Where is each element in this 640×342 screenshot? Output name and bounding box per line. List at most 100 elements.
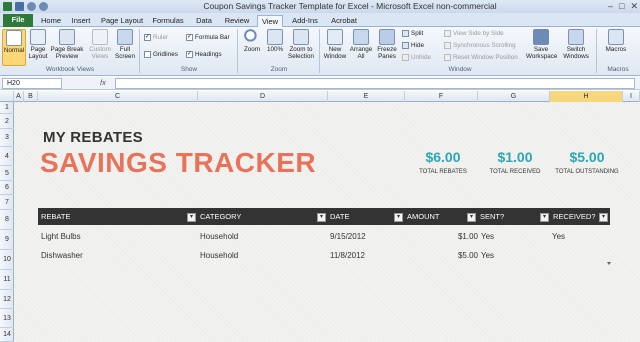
function-icon[interactable]: fx <box>100 78 106 87</box>
tab-view[interactable]: View <box>257 15 283 27</box>
filter-dropdown-icon[interactable]: ▾ <box>317 213 326 222</box>
tab-home[interactable]: Home <box>38 15 64 27</box>
group-label-show: Show <box>180 66 198 73</box>
cell-sent[interactable]: Yes <box>481 232 494 241</box>
close-button[interactable]: ✕ <box>630 1 638 12</box>
cell-date[interactable]: 9/15/2012 <box>330 232 366 241</box>
row-header[interactable]: 13 <box>0 309 14 328</box>
new-window-button[interactable]: New Window <box>322 29 348 60</box>
gridlines-checkbox[interactable]: Gridlines <box>144 51 178 58</box>
select-all-corner[interactable] <box>0 91 14 102</box>
sheet-title: SAVINGS TRACKER <box>40 147 317 178</box>
redo-icon[interactable] <box>39 2 48 11</box>
full-screen-button[interactable]: Full Screen <box>114 29 136 60</box>
arrange-all-button[interactable]: Arrange All <box>349 29 373 60</box>
page-break-preview-button[interactable]: Page Break Preview <box>50 29 84 60</box>
zoom-100-button[interactable]: 100% <box>265 29 285 53</box>
column-header-f[interactable]: F <box>405 91 478 102</box>
excel-logo-icon <box>3 2 12 11</box>
column-header-a[interactable]: A <box>14 91 24 102</box>
switch-windows-button[interactable]: Switch Windows <box>560 29 592 60</box>
formula-bar-checkbox[interactable]: ✓ Formula Bar <box>186 34 230 41</box>
freeze-panes-button[interactable]: Freeze Panes <box>374 29 400 60</box>
header-date: DATE <box>330 212 350 221</box>
cell-date[interactable]: 11/8/2012 <box>330 251 365 260</box>
column-header-e[interactable]: E <box>328 91 405 102</box>
cell-sent[interactable]: Yes <box>481 251 494 260</box>
ribbon: Normal Page Layout Page Break Preview Cu… <box>0 27 640 76</box>
row-header[interactable]: 11 <box>0 270 14 290</box>
zoom-button[interactable]: Zoom <box>241 29 263 53</box>
tab-data[interactable]: Data <box>192 15 216 27</box>
column-header-d[interactable]: D <box>198 91 328 102</box>
row-header[interactable]: 9 <box>0 230 14 250</box>
view-side-by-side-button[interactable]: View Side by Side <box>444 30 504 37</box>
row-header[interactable]: 8 <box>0 210 14 230</box>
column-header-g[interactable]: G <box>478 91 550 102</box>
row-header[interactable]: 4 <box>0 147 14 166</box>
save-icon[interactable] <box>15 2 24 11</box>
cell-category[interactable]: Household <box>200 232 238 241</box>
tab-insert[interactable]: Insert <box>68 15 94 27</box>
synchronous-scrolling-button[interactable]: Synchronous Scrolling <box>444 42 516 49</box>
row-header[interactable]: 6 <box>0 181 14 195</box>
minimize-button[interactable]: – <box>608 1 613 12</box>
tab-add-ins[interactable]: Add-Ins <box>288 15 322 27</box>
row-header[interactable]: 1 <box>0 102 14 114</box>
ribbon-separator <box>237 29 238 73</box>
headings-checkbox[interactable]: ✓ Headings <box>186 51 222 58</box>
normal-view-button[interactable]: Normal <box>2 29 26 66</box>
name-box[interactable]: H20 <box>2 78 62 89</box>
macros-button[interactable]: Macros <box>600 29 632 53</box>
reset-window-position-button[interactable]: Reset Window Position <box>444 54 518 61</box>
row-header[interactable]: 5 <box>0 166 14 181</box>
custom-views-button[interactable]: Custom Views <box>88 29 112 60</box>
cell-received[interactable]: Yes <box>552 232 565 241</box>
page-layout-icon <box>30 29 46 45</box>
stat-label: TOTAL REBATES <box>419 169 467 175</box>
column-header-h[interactable]: H <box>550 91 623 102</box>
row-header[interactable]: 3 <box>0 129 14 147</box>
title-bar: Coupon Savings Tracker Template for Exce… <box>0 0 640 21</box>
page-layout-button[interactable]: Page Layout <box>28 29 48 60</box>
filter-dropdown-icon[interactable]: ▾ <box>187 213 196 222</box>
filter-dropdown-icon[interactable]: ▾ <box>540 213 549 222</box>
undo-icon[interactable] <box>27 2 36 11</box>
table-resize-handle-icon[interactable] <box>607 262 611 265</box>
page-break-icon <box>59 29 75 45</box>
cell-category[interactable]: Household <box>200 251 238 260</box>
stat-value: $6.00 <box>425 149 461 165</box>
row-header[interactable]: 7 <box>0 195 14 210</box>
cell-amount[interactable]: $1.00 <box>420 232 478 241</box>
header-rebate: REBATE <box>41 212 71 221</box>
filter-dropdown-icon[interactable]: ▾ <box>394 213 403 222</box>
row-header[interactable]: 2 <box>0 114 14 129</box>
maximize-button[interactable]: □ <box>619 1 624 12</box>
tab-file[interactable]: File <box>3 14 33 27</box>
ruler-checkbox[interactable]: ✓ Ruler <box>144 34 168 41</box>
row-header[interactable]: 10 <box>0 250 14 270</box>
unhide-button[interactable]: Unhide <box>402 54 431 61</box>
tab-review[interactable]: Review <box>222 15 252 27</box>
hide-button[interactable]: Hide <box>402 42 424 49</box>
filter-dropdown-icon[interactable]: ▾ <box>599 213 608 222</box>
row-header[interactable]: 14 <box>0 328 14 342</box>
cell-rebate[interactable]: Light Bulbs <box>41 232 81 241</box>
row-header[interactable]: 12 <box>0 290 14 309</box>
tab-acrobat[interactable]: Acrobat <box>327 15 361 27</box>
column-header-b[interactable]: B <box>24 91 38 102</box>
tab-page-layout[interactable]: Page Layout <box>100 15 144 27</box>
save-workspace-button[interactable]: Save Workspace <box>526 29 557 60</box>
tab-formulas[interactable]: Formulas <box>150 15 186 27</box>
filter-dropdown-icon[interactable]: ▾ <box>467 213 476 222</box>
formula-input[interactable] <box>115 78 635 89</box>
normal-view-icon <box>6 30 22 46</box>
split-button[interactable]: Split <box>402 30 423 37</box>
cell-rebate[interactable]: Dishwasher <box>41 251 83 260</box>
group-label-window: Window <box>448 66 472 73</box>
column-header-i[interactable]: I <box>623 91 640 102</box>
formula-bar: H20 fx <box>0 77 640 90</box>
column-header-c[interactable]: C <box>38 91 198 102</box>
zoom-to-selection-button[interactable]: Zoom to Selection <box>287 29 315 60</box>
cell-amount[interactable]: $5.00 <box>420 251 478 260</box>
